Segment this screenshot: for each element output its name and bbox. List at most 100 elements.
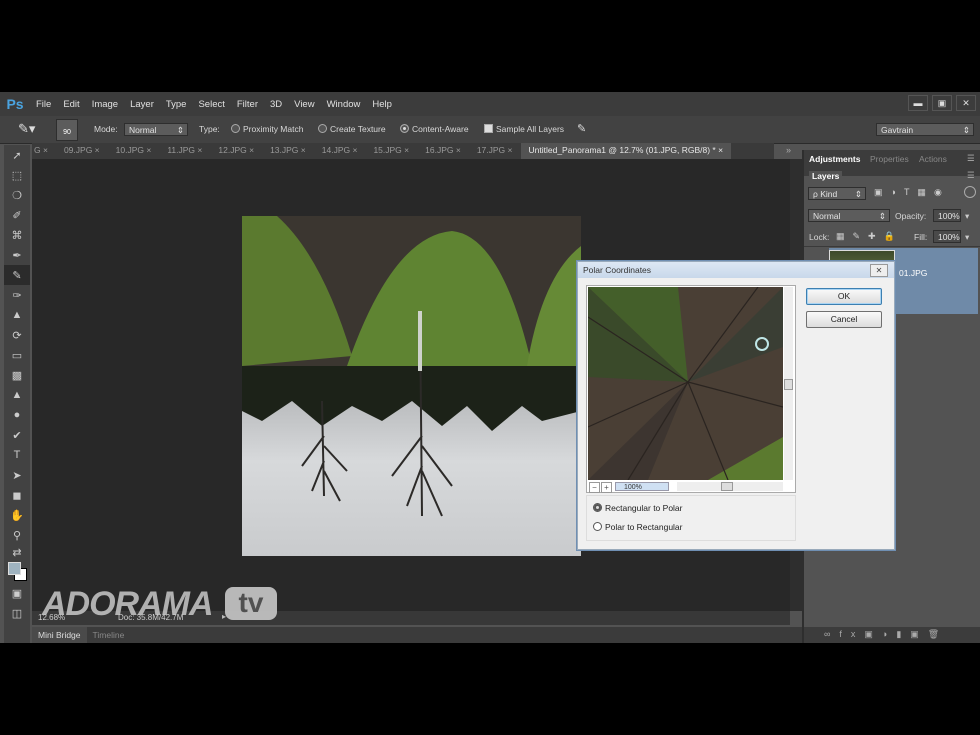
preview-zoom-field[interactable]: 100% <box>615 482 669 491</box>
type-create-texture[interactable]: Create Texture <box>318 124 386 134</box>
opacity-label: Opacity: <box>895 211 927 221</box>
tab-untitled-panorama[interactable]: Untitled_Panorama1 @ 12.7% (01.JPG, RGB/… <box>520 143 732 159</box>
quick-select-tool-icon[interactable]: ✐ <box>4 205 30 225</box>
pen-tool-icon[interactable]: ✔ <box>4 425 30 445</box>
eraser-tool-icon[interactable]: ▭ <box>4 345 30 365</box>
cancel-button[interactable]: Cancel <box>806 311 882 328</box>
layer-footer-icons[interactable]: ∞fx▣◑▮▣🗑 <box>824 629 948 640</box>
swap-colors-icon[interactable]: ⇄ <box>4 545 30 559</box>
quick-mask-icon[interactable]: ▣ <box>4 583 30 603</box>
fill-value: 100% <box>938 232 960 242</box>
menu-3d[interactable]: 3D <box>264 99 288 110</box>
kind-filter-select[interactable]: ρ Kind ⇕ <box>808 187 866 200</box>
tab-15[interactable]: 15.JPG × <box>365 143 417 159</box>
menu-type[interactable]: Type <box>160 99 193 110</box>
filter-toggle-icon[interactable] <box>964 186 976 198</box>
tab-12[interactable]: 12.JPG × <box>210 143 262 159</box>
zoom-out-button[interactable]: − <box>589 482 600 493</box>
panel-menu-icon[interactable]: ☰ <box>967 153 975 164</box>
opacity-input[interactable]: 100% <box>933 209 961 222</box>
tab-16[interactable]: 16.JPG × <box>417 143 469 159</box>
menu-window[interactable]: Window <box>321 99 367 110</box>
close-window-button[interactable]: ✕ <box>956 95 976 111</box>
menu-file[interactable]: File <box>30 99 57 110</box>
tab-14[interactable]: 14.JPG × <box>314 143 366 159</box>
preview-image[interactable] <box>588 287 783 480</box>
minimize-button[interactable]: ▬ <box>908 95 928 111</box>
menu-select[interactable]: Select <box>192 99 230 110</box>
menu-edit[interactable]: Edit <box>57 99 85 110</box>
move-tool-icon[interactable]: ➚ <box>4 145 30 165</box>
ok-button[interactable]: OK <box>806 288 882 305</box>
type-proximity-match[interactable]: Proximity Match <box>231 124 303 134</box>
polar-coordinates-dialog: Polar Coordinates ✕ − + 100% OK Cancel R… <box>577 261 895 550</box>
tab-11[interactable]: 11.JPG × <box>159 143 210 159</box>
crop-tool-icon[interactable]: ⌘ <box>4 225 30 245</box>
panorama-image <box>242 216 581 556</box>
menu-image[interactable]: Image <box>86 99 124 110</box>
sample-all-layers-checkbox[interactable]: Sample All Layers <box>484 124 564 134</box>
opacity-dropdown-icon[interactable]: ▾ <box>965 211 969 222</box>
fill-dropdown-icon[interactable]: ▾ <box>965 232 969 243</box>
watermark-tv-badge: tv <box>225 587 277 620</box>
tab-g[interactable]: G × <box>32 143 56 159</box>
layer-filter-icons[interactable]: ▣◑T▦◉ <box>874 187 950 198</box>
layers-menu-icon[interactable]: ☰ <box>967 170 975 181</box>
clone-stamp-tool-icon[interactable]: ▲ <box>4 305 30 325</box>
tabs-overflow-icon[interactable]: » <box>786 145 791 155</box>
scroll-thumb[interactable] <box>784 379 793 390</box>
blend-mode-select[interactable]: Normal ⇕ <box>808 209 890 222</box>
menu-layer[interactable]: Layer <box>124 99 160 110</box>
spot-healing-brush-tool-icon[interactable]: ✎ <box>4 265 30 285</box>
option-polar-to-rectangular[interactable]: Polar to Rectangular <box>593 522 683 532</box>
blur-tool-icon[interactable]: ▲ <box>4 385 30 405</box>
opacity-value: 100% <box>938 211 960 221</box>
brush-tool-icon[interactable]: ✑ <box>4 285 30 305</box>
preview-vertical-scrollbar[interactable] <box>784 287 793 480</box>
marquee-tool-icon[interactable]: ⬚ <box>4 165 30 185</box>
tab-adjustments[interactable]: Adjustments <box>809 154 860 164</box>
menu-view[interactable]: View <box>288 99 320 110</box>
shape-tool-icon[interactable]: ◼ <box>4 485 30 505</box>
option-rectangular-to-polar[interactable]: Rectangular to Polar <box>593 503 683 513</box>
workspace-select[interactable]: Gavtrain ⇕ <box>876 123 974 136</box>
tab-13[interactable]: 13.JPG × <box>262 143 314 159</box>
menu-help[interactable]: Help <box>366 99 398 110</box>
history-brush-tool-icon[interactable]: ⟳ <box>4 325 30 345</box>
brush-size-picker[interactable]: 90 <box>56 119 78 141</box>
zoom-in-button[interactable]: + <box>601 482 612 493</box>
mode-select[interactable]: Normal ⇕ <box>124 123 188 136</box>
type-tool-icon[interactable]: T <box>4 445 30 465</box>
brush-tool-preset-icon[interactable]: ✎▾ <box>18 121 46 137</box>
pressure-brush-icon[interactable]: ✎ <box>577 122 586 135</box>
tab-properties[interactable]: Properties <box>870 154 909 164</box>
type-content-aware[interactable]: Content-Aware <box>400 124 469 134</box>
lasso-tool-icon[interactable]: ❍ <box>4 185 30 205</box>
preview-frame: − + 100% <box>586 285 796 493</box>
watermark-brand: ADORAMA <box>42 585 214 623</box>
dodge-tool-icon[interactable]: ● <box>4 405 30 425</box>
eyedropper-tool-icon[interactable]: ✒ <box>4 245 30 265</box>
screen-mode-icon[interactable]: ◫ <box>4 603 30 623</box>
fill-input[interactable]: 100% <box>933 230 961 243</box>
hand-tool-icon[interactable]: ✋ <box>4 505 30 525</box>
tab-actions[interactable]: Actions <box>919 154 947 164</box>
lock-icons[interactable]: ▦✎✚🔒 <box>836 231 903 242</box>
tab-mini-bridge[interactable]: Mini Bridge <box>32 627 87 643</box>
tab-09[interactable]: 09.JPG × <box>56 143 108 159</box>
preview-horizontal-scrollbar[interactable] <box>677 482 783 491</box>
menu-filter[interactable]: Filter <box>231 99 264 110</box>
restore-button[interactable]: ▣ <box>932 95 952 111</box>
tab-10[interactable]: 10.JPG × <box>108 143 160 159</box>
path-selection-tool-icon[interactable]: ➤ <box>4 465 30 485</box>
dialog-title-bar[interactable]: Polar Coordinates ✕ <box>578 262 894 278</box>
layer-name[interactable]: 01.JPG <box>899 268 927 278</box>
tab-17[interactable]: 17.JPG × <box>469 143 521 159</box>
dialog-close-icon[interactable]: ✕ <box>870 264 888 277</box>
tab-timeline[interactable]: Timeline <box>87 627 131 643</box>
tab-layers[interactable]: Layers <box>809 171 843 181</box>
color-swatches[interactable] <box>4 559 30 583</box>
scroll-thumb[interactable] <box>721 482 733 491</box>
zoom-tool-icon[interactable]: ⚲ <box>4 525 30 545</box>
gradient-tool-icon[interactable]: ▩ <box>4 365 30 385</box>
